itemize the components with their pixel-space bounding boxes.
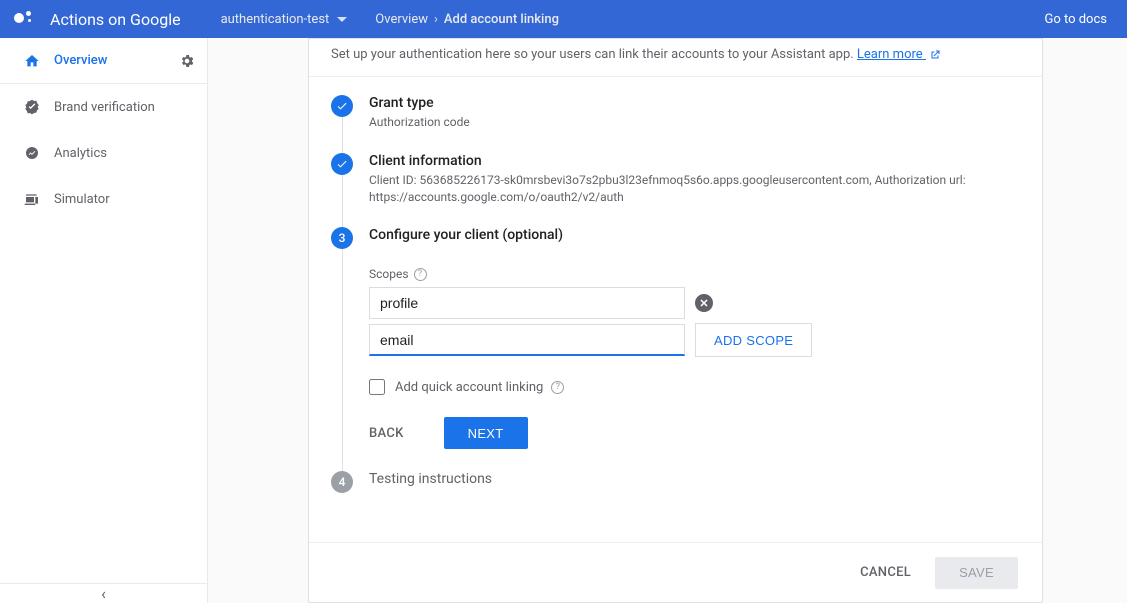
step-check-icon	[331, 95, 353, 117]
app-header: Actions on Google authentication-test Ov…	[0, 0, 1127, 38]
sidebar-item-analytics[interactable]: Analytics	[0, 130, 207, 176]
save-button[interactable]: SAVE	[935, 557, 1018, 589]
breadcrumb-current: Add account linking	[444, 12, 559, 27]
devices-icon	[22, 192, 42, 206]
step-check-icon	[331, 153, 353, 175]
step-subtitle: Client ID: 563685226173-sk0mrsbevi3o7s2p…	[369, 172, 1018, 206]
learn-more-link[interactable]: Learn more	[857, 47, 941, 62]
intro-text: Set up your authentication here so your …	[331, 47, 857, 62]
configure-form: Scopes ? ✕ ADD SCOPE	[369, 267, 1018, 449]
next-button[interactable]: NEXT	[444, 417, 528, 449]
scopes-label: Scopes ?	[369, 267, 1018, 281]
step-number-badge: 4	[331, 471, 353, 493]
breadcrumb: Overview › Add account linking	[375, 12, 559, 27]
product-name: Actions on Google	[50, 10, 181, 29]
step-subtitle: Authorization code	[369, 114, 1018, 131]
step-configure-client: 3 Configure your client (optional) Scope…	[331, 227, 1042, 471]
add-scope-button[interactable]: ADD SCOPE	[695, 323, 812, 357]
main-content: Set up your authentication here so your …	[208, 38, 1127, 603]
scope-input[interactable]	[369, 287, 685, 319]
step-title: Testing instructions	[369, 471, 1018, 487]
sidebar-item-simulator[interactable]: Simulator	[0, 176, 207, 222]
sidebar-item-label: Simulator	[54, 192, 110, 207]
sidebar: Overview Brand verification Analytics Si…	[0, 38, 208, 603]
project-selector[interactable]: authentication-test	[221, 12, 348, 27]
step-title: Grant type	[369, 95, 1018, 111]
external-link-icon	[929, 49, 941, 61]
step-number-badge: 3	[331, 227, 353, 249]
step-title: Client information	[369, 153, 1018, 169]
scope-input[interactable]	[369, 324, 685, 356]
project-name: authentication-test	[221, 12, 330, 27]
step-client-information[interactable]: Client information Client ID: 5636852261…	[331, 153, 1042, 228]
checkbox-label: Add quick account linking	[395, 380, 543, 395]
gear-icon[interactable]	[179, 53, 195, 69]
learn-more-label: Learn more	[857, 47, 923, 62]
analytics-icon	[22, 145, 42, 161]
sidebar-item-brand-verification[interactable]: Brand verification	[0, 84, 207, 130]
sidebar-item-overview[interactable]: Overview	[0, 38, 207, 84]
step-grant-type[interactable]: Grant type Authorization code	[331, 95, 1042, 153]
chevron-right-icon: ›	[434, 12, 438, 27]
chevron-down-icon	[337, 17, 347, 22]
card-intro: Set up your authentication here so your …	[309, 39, 1042, 77]
sidebar-item-label: Overview	[54, 53, 107, 68]
sidebar-item-label: Brand verification	[54, 100, 155, 115]
breadcrumb-overview[interactable]: Overview	[375, 12, 428, 27]
step-actions: BACK NEXT	[369, 417, 1018, 449]
chevron-left-icon: ‹	[101, 584, 106, 603]
scope-row: ✕	[369, 287, 1018, 319]
go-to-docs-link[interactable]: Go to docs	[1044, 12, 1107, 27]
quick-account-linking-checkbox[interactable]: Add quick account linking ?	[369, 379, 1018, 395]
checkbox-input[interactable]	[369, 379, 385, 395]
cancel-button[interactable]: CANCEL	[860, 565, 911, 580]
back-button[interactable]: BACK	[369, 426, 404, 441]
step-title: Configure your client (optional)	[369, 227, 1018, 243]
home-icon	[22, 53, 42, 69]
sidebar-item-label: Analytics	[54, 146, 107, 161]
scope-row: ADD SCOPE	[369, 323, 1018, 357]
clear-scope-button[interactable]: ✕	[695, 294, 713, 312]
step-testing-instructions[interactable]: 4 Testing instructions	[331, 471, 1042, 515]
steps-list: Grant type Authorization code Client inf…	[309, 77, 1042, 542]
verified-badge-icon	[22, 99, 42, 115]
collapse-sidebar-button[interactable]: ‹	[0, 583, 207, 603]
account-linking-card: Set up your authentication here so your …	[308, 38, 1043, 603]
help-icon[interactable]: ?	[414, 268, 427, 281]
card-footer: CANCEL SAVE	[309, 542, 1042, 602]
help-icon[interactable]: ?	[551, 381, 564, 394]
assistant-logo-icon	[12, 7, 36, 31]
